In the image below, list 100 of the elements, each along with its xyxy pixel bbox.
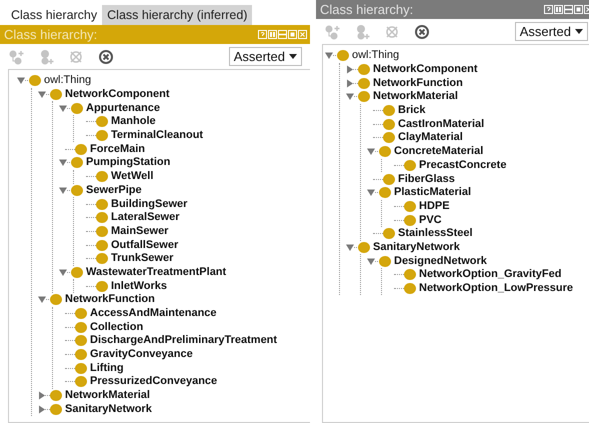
- split-vertical-icon[interactable]: [554, 5, 563, 14]
- class-label[interactable]: ClayMaterial: [398, 131, 463, 144]
- collapse-arrow-icon[interactable]: [38, 90, 50, 100]
- class-icon: [50, 294, 62, 306]
- expand-arrow-icon[interactable]: [346, 78, 358, 88]
- class-icon: [75, 376, 87, 388]
- expand-arrow-icon[interactable]: [346, 65, 358, 74]
- class-label[interactable]: NetworkFunction: [65, 293, 155, 306]
- class-icon: [358, 242, 370, 253]
- class-icon: [379, 146, 391, 158]
- class-icon: [404, 160, 416, 171]
- class-label[interactable]: PumpingStation: [86, 156, 170, 170]
- class-label[interactable]: OutfallSewer: [111, 238, 178, 252]
- class-label[interactable]: NetworkComponent: [65, 88, 170, 102]
- class-icon: [379, 187, 391, 198]
- class-label[interactable]: PressurizedConveyance: [90, 375, 218, 388]
- help-icon[interactable]: [544, 5, 553, 14]
- class-icon: [337, 50, 349, 62]
- class-label[interactable]: HDPE: [419, 200, 450, 213]
- class-label[interactable]: FiberGlass: [398, 172, 455, 186]
- class-icon: [404, 269, 416, 280]
- class-label[interactable]: DesignedNetwork: [394, 254, 487, 268]
- expand-arrow-icon[interactable]: [38, 404, 50, 414]
- split-horizontal-icon[interactable]: [278, 30, 287, 39]
- class-label[interactable]: Lifting: [90, 362, 124, 375]
- class-icon: [383, 228, 395, 240]
- collapse-arrow-icon[interactable]: [59, 104, 71, 113]
- class-icon: [96, 130, 108, 142]
- expand-arrow-icon[interactable]: [38, 391, 50, 400]
- class-icon: [358, 91, 370, 102]
- class-label[interactable]: Brick: [398, 104, 426, 118]
- maximize-icon[interactable]: [288, 30, 297, 39]
- class-label[interactable]: owl:Thing: [44, 74, 92, 88]
- class-icon: [75, 362, 87, 374]
- class-icon: [96, 226, 108, 237]
- class-label[interactable]: SanitaryNetwork: [65, 402, 152, 416]
- help-icon[interactable]: [258, 30, 267, 39]
- class-label[interactable]: owl:Thing: [352, 49, 400, 62]
- class-label[interactable]: StainlessSteel: [398, 227, 473, 240]
- view-dropdown[interactable]: Asserted: [514, 22, 588, 42]
- collapse-arrow-icon[interactable]: [367, 147, 379, 156]
- class-label[interactable]: Appurtenance: [86, 102, 160, 115]
- class-icon: [404, 283, 416, 294]
- class-label[interactable]: NetworkMaterial: [65, 389, 150, 402]
- class-label[interactable]: SewerPipe: [86, 184, 142, 197]
- class-label[interactable]: SanitaryNetwork: [373, 240, 460, 254]
- class-label[interactable]: ConcreteMaterial: [394, 145, 484, 158]
- class-icon: [75, 335, 87, 346]
- class-label[interactable]: NetworkOption_GravityFed: [419, 268, 562, 282]
- class-icon: [404, 214, 416, 226]
- collapse-arrow-icon[interactable]: [38, 295, 50, 304]
- class-label[interactable]: PlasticMaterial: [394, 186, 472, 200]
- collapse-arrow-icon[interactable]: [346, 242, 358, 252]
- class-label[interactable]: InletWorks: [111, 280, 168, 293]
- split-vertical-icon[interactable]: [268, 30, 277, 39]
- class-icon: [96, 116, 108, 128]
- class-label[interactable]: ForceMain: [90, 142, 146, 156]
- split-horizontal-icon[interactable]: [564, 5, 573, 14]
- circle-x-icon[interactable]: [98, 48, 114, 64]
- class-label[interactable]: NetworkFunction: [373, 76, 463, 90]
- class-icon: [75, 322, 87, 333]
- class-label[interactable]: TerminalCleanout: [111, 129, 204, 142]
- class-icon: [96, 280, 108, 292]
- class-label[interactable]: AccessAndMaintenance: [90, 307, 217, 320]
- class-label[interactable]: BuildingSewer: [111, 198, 188, 211]
- class-label[interactable]: NetworkMaterial: [373, 90, 458, 104]
- class-icon: [29, 75, 41, 86]
- collapse-arrow-icon[interactable]: [17, 76, 29, 86]
- class-label[interactable]: WetWell: [111, 170, 154, 184]
- close-icon[interactable]: [298, 30, 307, 39]
- circle-x-icon[interactable]: [414, 24, 430, 40]
- class-label[interactable]: CastIronMaterial: [398, 118, 484, 131]
- class-label[interactable]: WastewaterTreatmentPlant: [86, 266, 226, 279]
- class-label[interactable]: MainSewer: [111, 224, 168, 238]
- class-label[interactable]: NetworkOption_LowPressure: [419, 282, 574, 296]
- collapse-arrow-icon[interactable]: [59, 186, 71, 195]
- tab[interactable]: Class hierarchy (inferred): [102, 5, 252, 25]
- view-dropdown[interactable]: Asserted: [228, 46, 302, 66]
- class-icon: [96, 198, 108, 210]
- class-label[interactable]: TrunkSewer: [111, 252, 174, 266]
- collapse-arrow-icon[interactable]: [367, 188, 379, 198]
- class-label[interactable]: PVC: [419, 214, 442, 227]
- class-label[interactable]: GravityConveyance: [90, 348, 193, 362]
- class-label[interactable]: LateralSewer: [111, 211, 180, 224]
- class-label[interactable]: DischargeAndPreliminaryTreatment: [90, 334, 278, 348]
- collapse-arrow-icon[interactable]: [59, 158, 71, 168]
- class-icon: [404, 200, 416, 212]
- class-icon: [358, 78, 370, 89]
- maximize-icon[interactable]: [574, 5, 583, 14]
- class-icon: [71, 184, 83, 196]
- class-label[interactable]: NetworkComponent: [373, 63, 478, 76]
- collapse-arrow-icon[interactable]: [346, 92, 358, 102]
- collapse-arrow-icon[interactable]: [325, 51, 337, 60]
- collapse-arrow-icon[interactable]: [59, 268, 71, 277]
- class-icon: [96, 212, 108, 224]
- collapse-arrow-icon[interactable]: [367, 256, 379, 266]
- caret-icon: [289, 54, 297, 59]
- class-label[interactable]: Manhole: [111, 115, 156, 128]
- class-label[interactable]: Collection: [90, 320, 144, 334]
- class-label[interactable]: PrecastConcrete: [419, 158, 506, 172]
